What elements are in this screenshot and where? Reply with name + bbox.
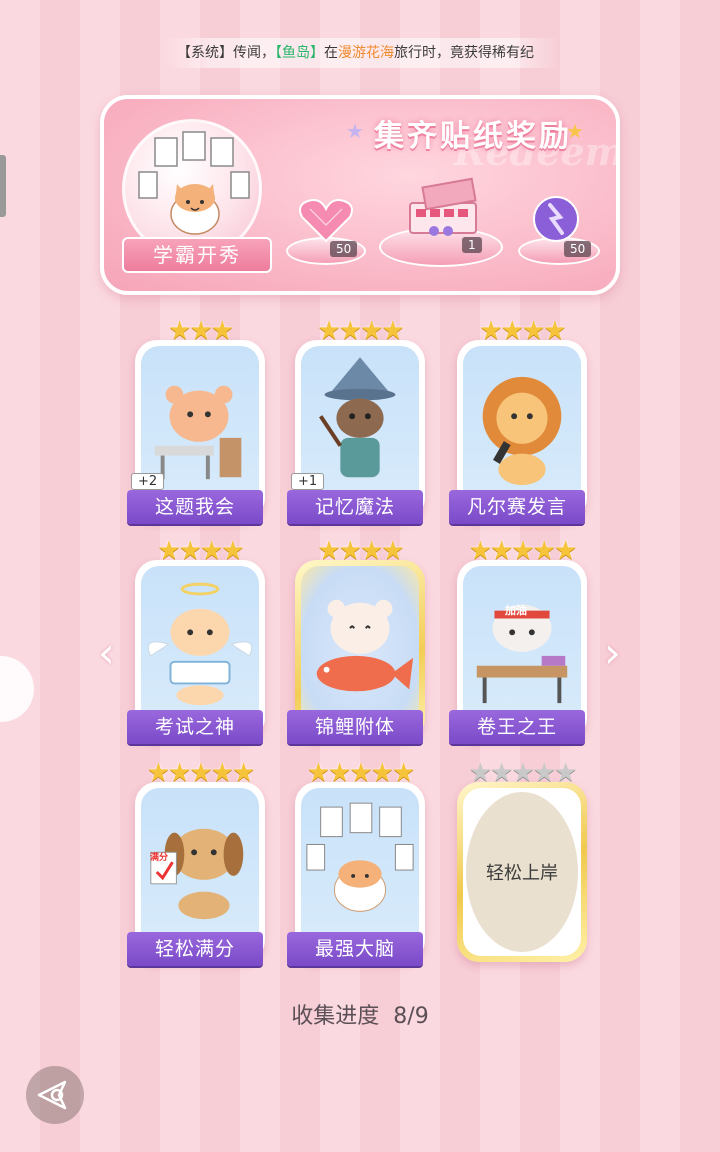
sticker-art <box>301 788 419 956</box>
avatar-label: 学霸开秀 <box>122 237 272 273</box>
progress-label: 收集进度 <box>291 1004 380 1029</box>
sticker-label: 轻松满分 <box>127 932 263 966</box>
ticker-prefix: 【系统】传闻， <box>177 45 275 61</box>
back-arrow-icon <box>37 1080 67 1110</box>
star-rating: ★★★★★ <box>146 758 256 788</box>
sticker-art <box>301 566 419 734</box>
pink-heart-gem-icon <box>299 199 353 243</box>
star-deco-icon: ★ <box>566 119 584 143</box>
star-rating: ★★★ <box>168 316 234 346</box>
star-deco-icon: ★ <box>346 119 364 143</box>
reward-count: 50 <box>564 241 592 257</box>
studying-cat-icon <box>476 604 568 704</box>
sticker-art: 加油 <box>463 566 581 734</box>
sticker-label: 考试之神 <box>127 710 263 744</box>
banner-title: 集齐贴纸奖励 <box>374 119 572 154</box>
headband-text: 加油 <box>505 604 527 617</box>
locked-sticker-label: 轻松上岸 <box>466 792 578 952</box>
sticker-card[interactable]: ★★★★★ 加油卷王之王 <box>449 538 587 744</box>
ticker-place: 漫游花海 <box>338 45 394 61</box>
sticker-label: 最强大脑 <box>287 932 423 966</box>
sticker-art <box>141 566 259 734</box>
sticker-label: 记忆魔法 <box>287 490 423 524</box>
sticker-label: 凡尔赛发言 <box>449 490 585 524</box>
sticker-card[interactable]: ★★★★ 凡尔赛发言 <box>449 318 587 524</box>
reward-count: 50 <box>330 241 358 257</box>
lion-microphone-icon <box>482 376 562 486</box>
reward-item[interactable] <box>404 177 484 245</box>
sticker-card[interactable]: ★★★ 这题我会 +2 <box>127 318 265 524</box>
sticker-label: 锦鲤附体 <box>287 710 423 744</box>
duplicate-count-badge: +1 <box>291 473 325 490</box>
star-rating: ★★★★ <box>479 316 566 346</box>
ticker-mid: 在 <box>324 45 338 61</box>
gift-box-icon <box>409 177 477 236</box>
paper-text: 满分 <box>150 853 169 863</box>
collection-reward-banner: Redeem 集齐贴纸奖励 ★ ★ 学霸开秀 50 1 50 <box>100 95 620 295</box>
star-rating: ★★★★★ <box>306 758 416 788</box>
ticker-player: 【鱼岛】 <box>275 45 324 61</box>
system-broadcast-ticker: 【系统】传闻，【鱼岛】在漫游花海旅行时，竟获得稀有纪 <box>165 38 560 68</box>
bear-koi-fish-icon <box>316 599 414 692</box>
sticker-card[interactable]: ★★★★★ 最强大脑 <box>287 760 425 966</box>
side-menu-bubble[interactable] <box>0 656 34 722</box>
purple-orb-icon <box>533 196 579 242</box>
chevron-left-icon[interactable]: ‹ <box>98 628 115 677</box>
sticker-art: 满分 <box>141 788 259 956</box>
sticker-label: 这题我会 <box>127 490 263 524</box>
sticker-card[interactable]: ★★★★ 考试之神 <box>127 538 265 744</box>
sticker-card[interactable]: ★★★★ 记忆魔法 +1 <box>287 318 425 524</box>
reward-count: 1 <box>462 237 482 253</box>
sticker-card[interactable]: ★★★★★ 满分轻松满分 <box>127 760 265 966</box>
side-drawer-handle[interactable] <box>0 155 6 217</box>
cat-with-papers-icon <box>306 802 414 912</box>
star-rating: ★★★★★ <box>468 758 578 788</box>
ticker-suffix: 旅行时，竟获得稀有纪 <box>394 45 534 61</box>
collection-progress: 收集进度 8/9 <box>0 998 720 1030</box>
sticker-card[interactable]: ★★★★★ 轻松上岸 <box>457 760 587 962</box>
chevron-right-icon[interactable]: › <box>604 628 621 677</box>
duplicate-count-badge: +2 <box>131 473 165 490</box>
sticker-art <box>463 346 581 514</box>
progress-value: 8/9 <box>393 1004 429 1029</box>
star-rating: ★★★★★ <box>468 536 578 566</box>
sticker-art: 轻松上岸 <box>463 788 581 956</box>
sticker-card[interactable]: ★★★★ 锦鲤附体 <box>287 538 425 744</box>
angel-cat-icon <box>147 582 253 706</box>
sticker-label: 卷王之王 <box>449 710 585 744</box>
star-rating: ★★★★ <box>317 316 404 346</box>
puppy-full-marks-icon <box>150 828 244 920</box>
star-rating: ★★★★ <box>317 536 404 566</box>
back-button[interactable] <box>26 1066 84 1124</box>
star-rating: ★★★★ <box>157 536 244 566</box>
